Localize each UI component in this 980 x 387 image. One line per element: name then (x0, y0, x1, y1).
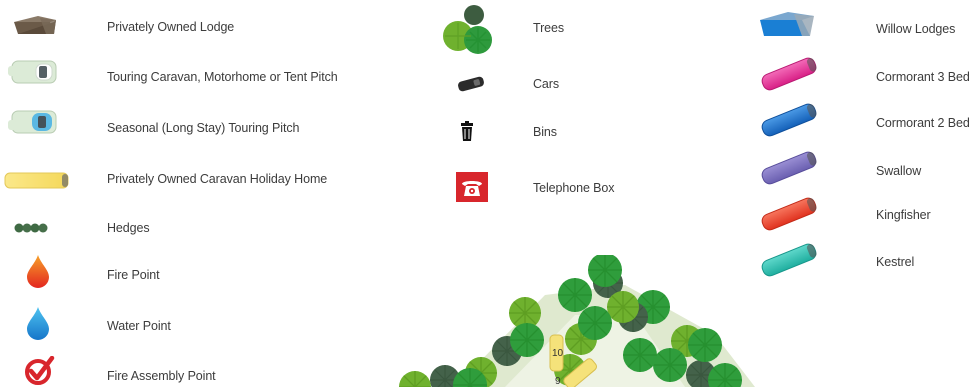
fire-assembly-point-icon (25, 356, 55, 385)
willow-lodge-icon (760, 12, 814, 36)
swallow-icon (761, 151, 817, 185)
legend-label-fire-assembly-point: Fire Assembly Point (107, 369, 216, 383)
seasonal-pitch-icon (8, 110, 57, 134)
touring-pitch-icon (8, 60, 57, 84)
legend-label-trees: Trees (533, 21, 564, 35)
legend-label-willow-lodges: Willow Lodges (876, 22, 956, 36)
hedges-icon (14, 223, 48, 233)
legend-label-hedges: Hedges (107, 221, 150, 235)
telephone-box-icon (456, 172, 488, 202)
trees-icon (443, 5, 492, 54)
legend-label-telephone-box: Telephone Box (533, 181, 615, 195)
water-point-icon (27, 307, 49, 340)
caravan-holiday-home-icon (4, 172, 69, 189)
legend-label-fire-point: Fire Point (107, 268, 160, 282)
plot-10-number: 10 (552, 348, 564, 359)
legend-label-kingfisher: Kingfisher (876, 208, 931, 222)
cormorant-3-bed-icon (761, 57, 817, 91)
kestrel-icon (761, 243, 817, 277)
site-map-preview[interactable]: 10 9 (395, 255, 755, 387)
legend-label-cormorant-2-bed: Cormorant 2 Bed (876, 116, 970, 130)
legend-label-cars: Cars (533, 77, 559, 91)
legend-label-lodge: Privately Owned Lodge (107, 20, 235, 34)
lodge-icon (14, 16, 56, 34)
cormorant-2-bed-icon (761, 103, 817, 137)
legend-label-swallow: Swallow (876, 164, 922, 178)
legend-label-caravan-holiday-home: Privately Owned Caravan Holiday Home (107, 172, 328, 186)
legend-label-touring-pitch: Touring Caravan, Motorhome or Tent Pitch (107, 70, 338, 84)
bin-icon (461, 121, 473, 141)
legend-label-cormorant-3-bed: Cormorant 3 Bed (876, 70, 970, 84)
fire-point-icon (27, 255, 49, 288)
legend-label-water-point: Water Point (107, 319, 171, 333)
site-map-canvas: 10 9 (398, 255, 755, 387)
legend-label-seasonal-pitch: Seasonal (Long Stay) Touring Pitch (107, 121, 300, 135)
legend-label-kestrel: Kestrel (876, 255, 915, 269)
plot-9-number: 9 (555, 376, 561, 387)
legend-label-bins: Bins (533, 125, 557, 139)
cars-icon (458, 76, 484, 92)
kingfisher-icon (761, 197, 817, 231)
